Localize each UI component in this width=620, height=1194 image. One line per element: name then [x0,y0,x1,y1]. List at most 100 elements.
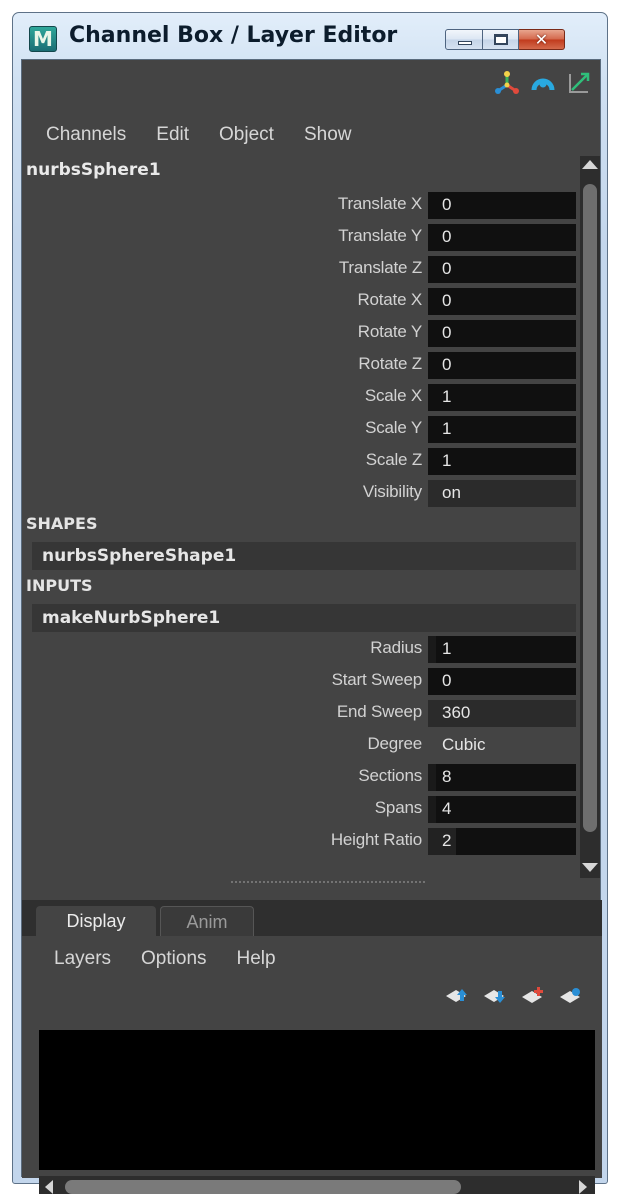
title-bar[interactable]: M Channel Box / Layer Editor ✕ [13,13,607,59]
attr-field[interactable]: 4 [428,796,576,823]
attr-value: 8 [442,767,452,786]
layer-list[interactable] [39,1030,595,1170]
menu-channels[interactable]: Channels [46,124,126,146]
create-empty-layer-icon[interactable] [520,986,546,1006]
slider-mark [428,636,436,663]
attr-label[interactable]: Rotate X [357,290,422,310]
attr-label[interactable]: End Sweep [337,702,422,722]
attr-value: 4 [442,799,452,818]
attr-label[interactable]: Scale Y [365,418,422,438]
attr-field[interactable]: 0 [428,320,576,347]
attr-value: 1 [442,451,452,470]
maximize-button[interactable] [483,29,519,50]
manipulator-icon[interactable] [494,70,520,96]
attr-field[interactable]: on [428,480,576,507]
scroll-up-icon[interactable] [582,160,598,169]
attr-label[interactable]: Scale Z [366,450,422,470]
attr-row-radius: Radius 1 [22,634,578,664]
attr-row-rotate-z: Rotate Z 0 [22,350,578,380]
create-layer-from-selected-icon[interactable] [558,986,584,1006]
attr-field[interactable]: 0 [428,224,576,251]
scroll-down-icon[interactable] [582,863,598,872]
attr-field[interactable]: 1 [428,448,576,475]
shape-node-name: nurbsSphereShape1 [42,546,237,566]
attr-value: 360 [442,703,471,722]
attr-label[interactable]: Spans [375,798,422,818]
attr-field[interactable]: 1 [428,384,576,411]
close-icon: ✕ [534,30,549,49]
attr-row-height-ratio: Height Ratio 2 [22,826,578,856]
attr-field[interactable]: 8 [428,764,576,791]
move-layer-down-icon[interactable] [482,986,508,1006]
minimize-button[interactable] [445,29,483,50]
attr-label[interactable]: Translate X [338,194,422,214]
speed-icon[interactable] [530,70,556,96]
layer-menubar: Layers Options Help [54,948,276,970]
menu-help[interactable]: Help [237,948,276,970]
menu-options[interactable]: Options [141,948,206,970]
attr-field[interactable]: 0 [428,256,576,283]
channel-box-scrollbar[interactable] [580,156,600,878]
window-title: Channel Box / Layer Editor [69,23,398,48]
move-layer-up-icon[interactable] [444,986,470,1006]
menu-layers[interactable]: Layers [54,948,111,970]
attr-label[interactable]: Start Sweep [332,670,423,690]
menu-show[interactable]: Show [304,124,352,146]
attr-value: 0 [442,671,452,690]
input-node-name: makeNurbSphere1 [42,608,221,628]
tab-anim[interactable]: Anim [160,906,254,936]
channel-box-toolbar [494,68,592,98]
attr-field[interactable]: 1 [428,636,576,663]
scroll-thumb[interactable] [583,184,597,832]
hyperbolic-icon[interactable] [566,70,592,96]
attr-field[interactable]: 1 [428,416,576,443]
attr-field[interactable]: 0 [428,352,576,379]
attr-field[interactable]: 360 [428,700,576,727]
maya-app-icon: M [29,26,57,52]
close-button[interactable]: ✕ [519,29,565,50]
attr-field[interactable]: 0 [428,192,576,219]
attr-label[interactable]: Translate Z [339,258,422,278]
attr-label[interactable]: Rotate Y [358,322,422,342]
attr-value: 0 [442,291,452,310]
layer-hscrollbar[interactable] [39,1176,595,1194]
attr-field[interactable]: 0 [428,668,576,695]
attr-value: 0 [442,259,452,278]
shape-node-row[interactable]: nurbsSphereShape1 [32,542,576,570]
menu-edit[interactable]: Edit [156,124,189,146]
attr-label[interactable]: Translate Y [338,226,422,246]
attr-field[interactable]: 2 [428,828,576,855]
attr-row-rotate-y: Rotate Y 0 [22,318,578,348]
scroll-left-icon[interactable] [45,1180,53,1194]
attr-value: 1 [442,639,452,658]
scroll-right-icon[interactable] [579,1180,587,1194]
tab-display[interactable]: Display [36,906,156,936]
attr-label[interactable]: Sections [358,766,422,786]
attr-label[interactable]: Height Ratio [331,830,422,850]
layer-toolbar [444,986,584,1006]
object-name[interactable]: nurbsSphere1 [26,160,161,180]
attr-row-start-sweep: Start Sweep 0 [22,666,578,696]
attr-row-degree: Degree Cubic [22,730,578,760]
attr-label[interactable]: Scale X [365,386,422,406]
attr-label[interactable]: Radius [370,638,422,658]
hscroll-thumb[interactable] [65,1180,461,1194]
panel-splitter[interactable] [230,880,426,884]
attr-field[interactable]: Cubic [428,732,576,759]
layer-tabbar: Display Anim [22,900,602,936]
layer-editor: Display Anim Layers Options Help [22,900,602,1194]
channel-box-window: M Channel Box / Layer Editor ✕ Channels … [12,12,608,1194]
channel-box-menubar: Channels Edit Object Show [46,124,351,146]
attr-field[interactable]: 0 [428,288,576,315]
attr-row-end-sweep: End Sweep 360 [22,698,578,728]
menu-object[interactable]: Object [219,124,274,146]
inputs-header: INPUTS [26,576,93,595]
attr-value: 0 [442,355,452,374]
attr-label[interactable]: Degree [367,734,422,754]
channel-box: nurbsSphere1 Translate X 0 Translate Y 0… [22,156,602,900]
attr-value: 1 [442,419,452,438]
input-node-row[interactable]: makeNurbSphere1 [32,604,576,632]
attr-label[interactable]: Visibility [363,482,422,502]
attr-row-scale-x: Scale X 1 [22,382,578,412]
attr-label[interactable]: Rotate Z [358,354,422,374]
